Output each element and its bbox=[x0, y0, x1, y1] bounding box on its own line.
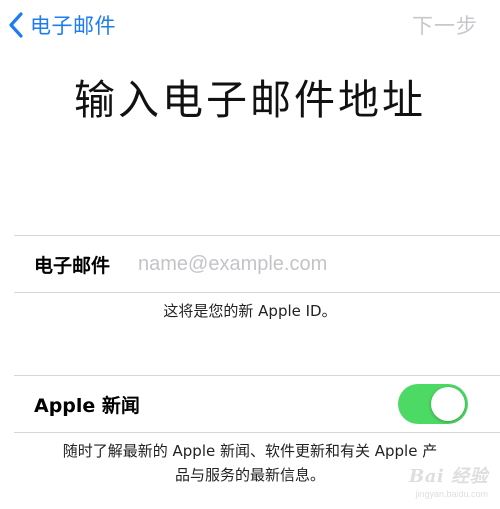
divider-bottom-news bbox=[14, 432, 500, 433]
apple-id-hint: 这将是您的新 Apple ID。 bbox=[163, 302, 337, 320]
watermark-logo-text: Bai 经验 bbox=[409, 466, 488, 487]
next-button[interactable]: 下一步 bbox=[412, 8, 478, 42]
navigation-bar: 电子邮件 下一步 bbox=[0, 0, 500, 50]
email-row: 电子邮件 bbox=[0, 236, 500, 292]
email-input[interactable] bbox=[138, 248, 478, 280]
watermark: Bai 经验 jingyan.baidu.com bbox=[409, 462, 488, 499]
toggle-knob bbox=[431, 387, 465, 421]
apple-news-row: Apple 新闻 bbox=[0, 376, 500, 432]
apple-news-label: Apple 新闻 bbox=[34, 394, 140, 417]
divider-bottom-email bbox=[14, 292, 500, 293]
back-button-label: 电子邮件 bbox=[30, 14, 116, 38]
chevron-left-icon bbox=[8, 12, 24, 38]
back-button[interactable]: 电子邮件 bbox=[8, 8, 116, 42]
watermark-url: jingyan.baidu.com bbox=[415, 489, 488, 499]
apple-news-toggle[interactable] bbox=[398, 384, 468, 424]
email-field-label: 电子邮件 bbox=[34, 254, 111, 277]
apple-news-description-line-1: 随时了解最新的 Apple 新闻、软件更新和有关 Apple 产 bbox=[62, 442, 438, 460]
page-title: 输入电子邮件地址 bbox=[74, 76, 426, 124]
